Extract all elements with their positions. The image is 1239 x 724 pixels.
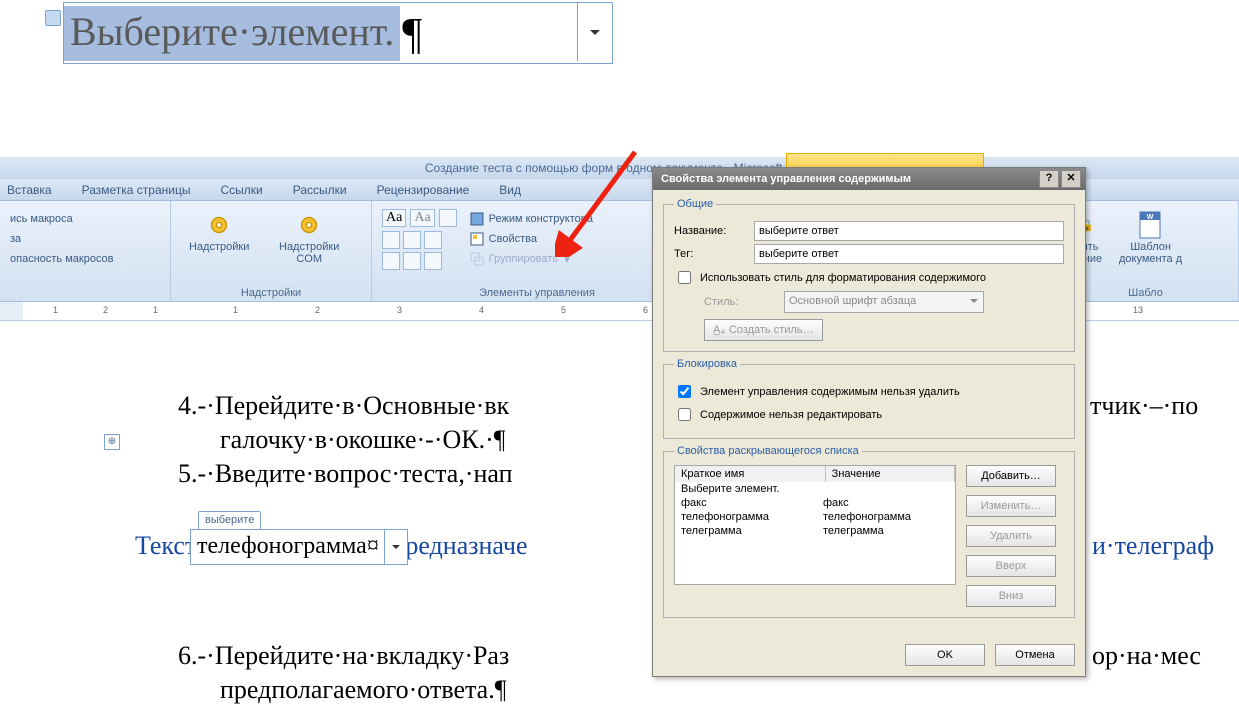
dropdown-props-group: Свойства раскрывающегося списка Краткое … [663, 445, 1075, 618]
svg-text:W: W [1146, 214, 1153, 221]
ok-button[interactable]: OK [905, 644, 985, 666]
chevron-down-icon: ▾ [564, 253, 570, 266]
macro-item-2[interactable]: за [10, 229, 160, 249]
building-block-control-icon[interactable] [403, 252, 421, 270]
dropdown-items-list[interactable]: Краткое имя Значение Выберите элемент. ф… [674, 465, 956, 585]
doc-line-3: 5.-·Введите·вопрос·теста,·нап [178, 459, 513, 489]
doc-line-4b: и·телеграф [1092, 531, 1214, 561]
doc-line-5b: ор·на·мес [1092, 641, 1201, 671]
gear-icon [293, 209, 325, 241]
doc-line-1b: тчик·–·по [1090, 391, 1198, 421]
cc-drag-handle-icon[interactable] [45, 10, 61, 26]
content-control-properties-dialog: Свойства элемента управления содержимым … [652, 167, 1086, 677]
close-button[interactable]: ✕ [1061, 170, 1081, 188]
list-item: телеграммателеграмма [675, 524, 955, 538]
rich-text-control-icon[interactable]: Aa [382, 209, 406, 227]
general-legend: Общие [674, 198, 716, 210]
up-button: Вверх [966, 555, 1056, 577]
list-item: факсфакс [675, 496, 955, 510]
name-label: Название: [674, 225, 754, 237]
macro-item-3[interactable]: опасность макросов [10, 249, 160, 269]
properties-icon [469, 231, 485, 247]
doc-line-6: предполагаемого·ответа.¶ [220, 675, 506, 705]
lock-delete-checkbox[interactable] [678, 385, 691, 398]
name-input[interactable] [754, 221, 1064, 241]
plain-text-control-icon[interactable]: Aa [410, 209, 434, 227]
doc-line-1: 4.-·Перейдите·в·Основные·вк [178, 391, 509, 421]
tab-references[interactable]: Ссылки [217, 180, 265, 200]
add-button[interactable]: Добавить… [966, 465, 1056, 487]
use-style-label: Использовать стиль для форматирования со… [700, 272, 986, 284]
general-group: Общие Название: Тег: Использовать стиль … [663, 198, 1075, 352]
dialog-title: Свойства элемента управления содержимым [661, 173, 911, 185]
edit-button: Изменить… [966, 495, 1056, 517]
cc-box[interactable]: Выберите·элемент. ¶ [63, 2, 613, 64]
checkbox-control-icon[interactable] [424, 252, 442, 270]
tab-page-layout[interactable]: Разметка страницы [79, 180, 194, 200]
lock-edit-checkbox[interactable] [678, 408, 691, 421]
lock-legend: Блокировка [674, 358, 740, 370]
group-button[interactable]: Группировать ▾ [465, 249, 597, 269]
anchor-icon: ⊕ [104, 434, 120, 450]
tab-mailings[interactable]: Рассылки [290, 180, 350, 200]
tab-view[interactable]: Вид [496, 180, 524, 200]
dialog-title-bar[interactable]: Свойства элемента управления содержимым … [653, 168, 1085, 190]
chevron-down-icon [392, 545, 400, 549]
combo-control-icon[interactable] [382, 231, 400, 249]
com-addins-button[interactable]: Надстройки COM [259, 207, 359, 267]
use-style-checkbox[interactable] [678, 271, 691, 284]
down-button: Вниз [966, 585, 1056, 607]
design-mode-button[interactable]: Режим конструктора [465, 209, 597, 229]
inline-cc-dropdown-button[interactable] [384, 530, 407, 564]
inline-cc-title[interactable]: выберите ответ [198, 511, 261, 530]
doc-line-5: 6.-·Перейдите·на·вкладку·Раз [178, 641, 509, 671]
gear-icon [203, 209, 235, 241]
dropdown-props-legend: Свойства раскрывающегося списка [674, 445, 862, 457]
lock-group: Блокировка Элемент управления содержимым… [663, 358, 1075, 439]
ribbon-group-addins: Надстройки Надстройки COM Надстройки [171, 201, 372, 301]
properties-button[interactable]: Свойства [465, 229, 597, 249]
new-style-button: A̲₄Создать стиль… [704, 319, 823, 341]
cc-dropdown-button[interactable] [577, 3, 612, 61]
tag-label: Тег: [674, 248, 754, 260]
legacy-tools-icon[interactable] [382, 252, 400, 270]
inline-cc-value[interactable]: телефонограмма¤ [190, 529, 408, 565]
pilcrow-icon: ¶ [402, 8, 422, 59]
list-item: телефонограммателефонограмма [675, 510, 955, 524]
cancel-button[interactable]: Отмена [995, 644, 1075, 666]
lock-delete-label: Элемент управления содержимым нельзя уда… [700, 386, 960, 398]
addins-button[interactable]: Надстройки [183, 207, 255, 255]
col-name-header[interactable]: Краткое имя [675, 466, 826, 482]
macro-item-1[interactable]: ись макроса [10, 209, 160, 229]
tab-insert[interactable]: Вставка [4, 180, 55, 200]
help-button[interactable]: ? [1039, 170, 1059, 188]
word-doc-icon: W [1135, 209, 1167, 241]
tag-input[interactable] [754, 244, 1064, 264]
delete-button: Удалить [966, 525, 1056, 547]
style-label: Стиль: [704, 296, 784, 308]
ribbon-group-label: Надстройки [171, 287, 371, 299]
picture-control-icon[interactable] [439, 209, 457, 227]
col-value-header[interactable]: Значение [826, 466, 955, 482]
doc-line-2: галочку·в·окошке·-·ОК.·¶ [220, 425, 506, 455]
cc-placeholder-text: Выберите·элемент. [64, 6, 400, 61]
list-item: Выберите элемент. [675, 482, 955, 496]
tab-review[interactable]: Рецензирование [374, 180, 473, 200]
ribbon-group-macros: ись макроса за опасность макросов [0, 201, 171, 301]
document-template-button[interactable]: W Шаблондокумента д [1113, 207, 1188, 267]
lock-edit-label: Содержимое нельзя редактировать [700, 409, 882, 421]
chevron-down-icon [590, 30, 600, 35]
dropdown-control-icon[interactable] [403, 231, 421, 249]
design-mode-icon [469, 211, 485, 227]
style-select: Основной шрифт абзаца [784, 291, 984, 313]
date-control-icon[interactable] [424, 231, 442, 249]
group-icon [469, 251, 485, 267]
